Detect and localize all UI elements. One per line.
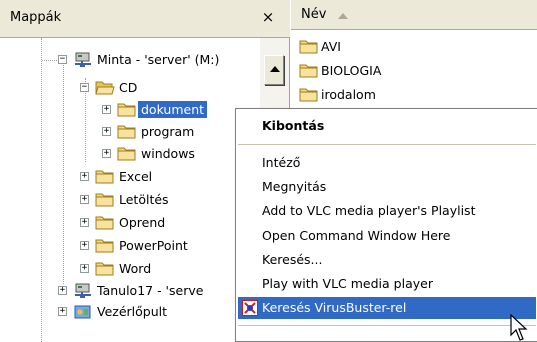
tree-item-label: Minta - 'server' (M:) xyxy=(97,52,220,67)
menu-item-play-vlc[interactable]: Play with VLC media player xyxy=(238,273,536,295)
folder-icon xyxy=(95,239,114,253)
scroll-up-button[interactable] xyxy=(264,55,284,85)
file-item-label: BIOLOGIA xyxy=(321,63,382,78)
folder-icon xyxy=(95,216,114,230)
tree-item-label: Tanulo17 - 'serve xyxy=(97,283,204,298)
folders-pane-title: Mappák xyxy=(10,10,62,25)
tree-item-label: Excel xyxy=(119,169,153,184)
folder-tree: − Minta - 'server' (M:) − CD + dokument … xyxy=(0,38,260,342)
mouse-pointer-icon xyxy=(510,314,528,341)
tree-item-label: Word xyxy=(119,261,152,276)
folder-icon xyxy=(299,88,318,102)
expand-toggle[interactable]: + xyxy=(80,241,89,250)
tree-item-tanulo17-drive[interactable]: + Tanulo17 - 'serve xyxy=(0,281,260,301)
folders-pane-header: Mappák × xyxy=(0,0,290,38)
folder-icon xyxy=(95,193,114,207)
expand-toggle[interactable]: + xyxy=(80,218,89,227)
expand-toggle[interactable]: + xyxy=(58,307,67,316)
tree-item-powerpoint[interactable]: + PowerPoint xyxy=(0,236,260,256)
tree-item-label: Vezérlőpult xyxy=(97,304,168,319)
file-item-label: AVI xyxy=(321,39,341,54)
context-menu: Kibontás Intéző Megnyitás Add to VLC med… xyxy=(235,108,537,342)
folder-icon xyxy=(117,147,136,161)
close-pane-button[interactable]: × xyxy=(256,5,280,29)
menu-item-virusbuster-scan[interactable]: Keresés VirusBuster-rel xyxy=(238,297,536,319)
tree-item-minta-drive[interactable]: − Minta - 'server' (M:) xyxy=(0,50,260,70)
name-column-label: Név xyxy=(301,7,327,22)
folder-open-icon xyxy=(95,81,115,95)
tree-item-program[interactable]: + program xyxy=(0,122,260,142)
tree-item-label: dokument xyxy=(138,101,208,118)
name-column-header[interactable]: Név xyxy=(291,0,537,30)
menu-separator xyxy=(238,325,536,326)
tree-item-label: Letöltés xyxy=(119,192,169,207)
expand-toggle[interactable]: + xyxy=(58,286,67,295)
file-item-avi[interactable]: AVI xyxy=(299,38,499,56)
tree-item-word[interactable]: + Word xyxy=(0,259,260,279)
tree-item-windows[interactable]: + windows xyxy=(0,144,260,164)
folder-icon xyxy=(299,40,318,54)
expand-toggle[interactable]: + xyxy=(80,195,89,204)
menu-item-vlc-playlist[interactable]: Add to VLC media player's Playlist xyxy=(238,200,536,222)
folder-icon xyxy=(117,103,136,117)
menu-item-search[interactable]: Keresés... xyxy=(238,249,536,271)
control-panel-icon xyxy=(74,305,91,319)
expand-toggle[interactable]: + xyxy=(80,172,89,181)
menu-item-expand[interactable]: Kibontás xyxy=(238,115,536,137)
folder-icon xyxy=(95,262,114,276)
sort-ascending-icon xyxy=(338,13,348,19)
tree-item-cd[interactable]: − CD xyxy=(0,78,260,98)
tree-item-excel[interactable]: + Excel xyxy=(0,167,260,187)
virusbuster-icon xyxy=(242,300,258,316)
file-item-label: irodalom xyxy=(321,87,376,102)
network-drive-icon xyxy=(75,283,91,298)
file-item-irodalom[interactable]: irodalom xyxy=(299,86,499,104)
tree-item-oprend[interactable]: + Oprend xyxy=(0,213,260,233)
folder-icon xyxy=(95,170,114,184)
folder-icon xyxy=(299,64,318,78)
folder-icon xyxy=(117,125,136,139)
tree-item-dokument[interactable]: + dokument xyxy=(0,100,260,120)
tree-item-label: CD xyxy=(119,80,138,95)
menu-item-open[interactable]: Megnyitás xyxy=(238,176,536,198)
expand-toggle[interactable]: + xyxy=(102,127,111,136)
tree-item-label: PowerPoint xyxy=(119,238,188,253)
tree-item-label: windows xyxy=(141,146,195,161)
menu-item-command-window[interactable]: Open Command Window Here xyxy=(238,225,536,247)
tree-item-label: program xyxy=(141,124,195,139)
menu-item-label: Keresés VirusBuster-rel xyxy=(262,300,407,315)
expand-toggle[interactable]: + xyxy=(102,149,111,158)
tree-connector xyxy=(42,60,57,61)
expand-toggle[interactable]: + xyxy=(80,264,89,273)
collapse-toggle[interactable]: − xyxy=(58,55,67,64)
tree-item-vezerlopult[interactable]: + Vezérlőpult xyxy=(0,302,260,322)
file-item-biologia[interactable]: BIOLOGIA xyxy=(299,62,499,80)
tree-item-letoltes[interactable]: + Letöltés xyxy=(0,190,260,210)
menu-item-explore[interactable]: Intéző xyxy=(238,152,536,174)
expand-toggle[interactable]: + xyxy=(102,105,111,114)
network-drive-icon xyxy=(75,52,91,67)
menu-separator xyxy=(238,144,536,145)
tree-item-label: Oprend xyxy=(119,215,166,230)
collapse-toggle[interactable]: − xyxy=(80,83,89,92)
